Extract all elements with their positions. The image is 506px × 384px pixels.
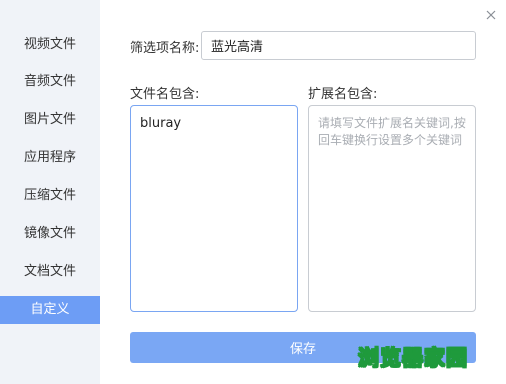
close-icon — [486, 10, 496, 20]
sidebar-item-custom[interactable]: 自定义 — [0, 296, 100, 324]
category-sidebar: 视频文件 音频文件 图片文件 应用程序 压缩文件 镜像文件 文档文件 自定义 — [0, 0, 100, 384]
sidebar-item-audio[interactable]: 音频文件 — [0, 68, 100, 96]
watermark-logo: 浏览器家园 — [358, 346, 468, 371]
filename-keywords-textarea[interactable]: bluray — [130, 105, 298, 312]
sidebar-item-disk-images[interactable]: 镜像文件 — [0, 220, 100, 248]
filename-contains-label: 文件名包含: — [130, 87, 200, 102]
sidebar-item-video[interactable]: 视频文件 — [0, 31, 100, 59]
sidebar-item-images[interactable]: 图片文件 — [0, 106, 100, 134]
close-button[interactable] — [484, 7, 498, 21]
extension-contains-label: 扩展名包含: — [308, 87, 378, 102]
filter-name-input[interactable] — [201, 31, 476, 60]
sidebar-item-documents[interactable]: 文档文件 — [0, 258, 100, 286]
sidebar-item-applications[interactable]: 应用程序 — [0, 144, 100, 172]
sidebar-item-archives[interactable]: 压缩文件 — [0, 182, 100, 210]
extension-keywords-textarea[interactable] — [308, 105, 476, 312]
filter-name-label: 筛选项名称: — [130, 41, 200, 56]
